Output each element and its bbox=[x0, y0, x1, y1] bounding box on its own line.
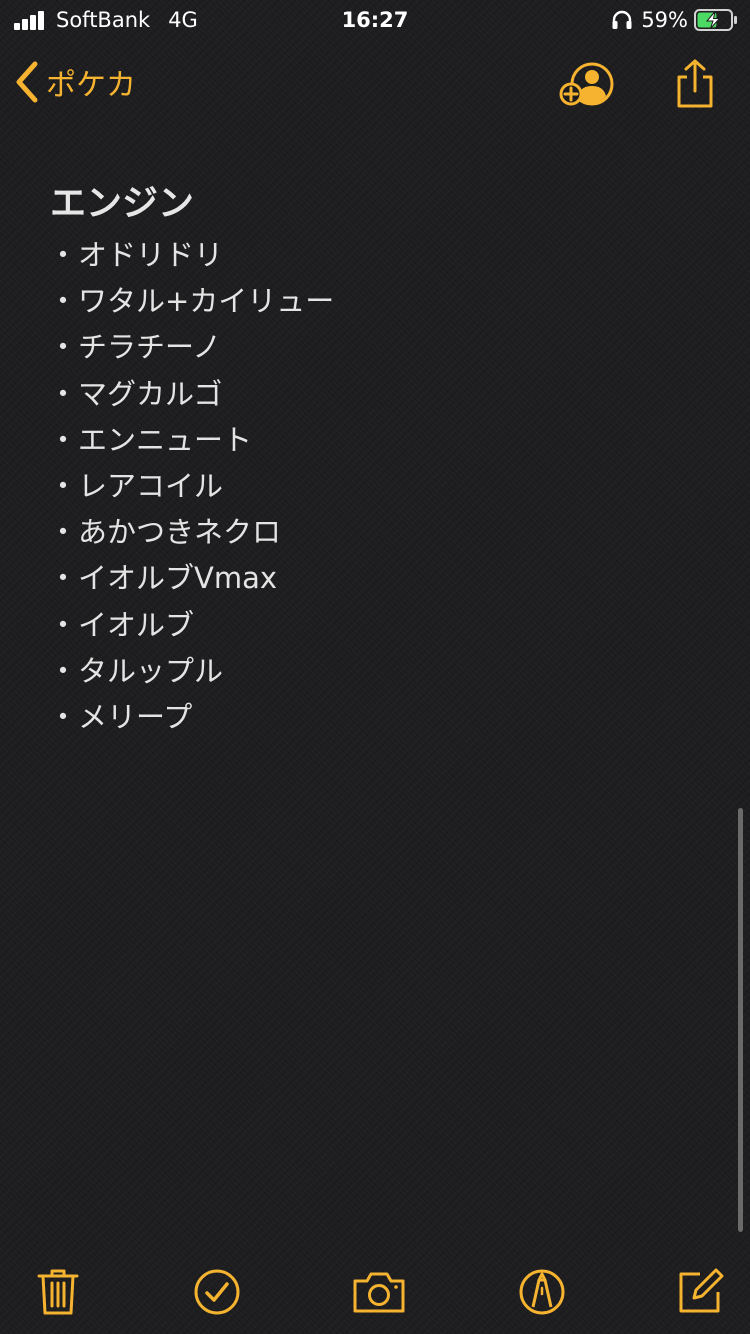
list-item-text: チラチーノ bbox=[78, 330, 222, 365]
camera-icon bbox=[353, 1272, 405, 1313]
bullet: ・ bbox=[48, 376, 78, 411]
camera-button[interactable] bbox=[351, 1264, 407, 1320]
trash-icon bbox=[37, 1269, 79, 1315]
add-person-icon bbox=[559, 62, 614, 106]
note-title: エンジン bbox=[50, 183, 195, 224]
checklist-button[interactable] bbox=[189, 1264, 245, 1320]
note-body[interactable]: エンジン ・オドリドリ・ワタル+カイリュー・チラチーノ・マグカルゴ・エンニュート… bbox=[48, 178, 708, 740]
list-item-text: オドリドリ bbox=[78, 238, 224, 272]
status-bar: SoftBank 4G 16:27 59% bbox=[0, 0, 750, 42]
scroll-indicator[interactable] bbox=[738, 808, 743, 1232]
bullet: ・ bbox=[48, 561, 78, 596]
list-item: ・オドリドリ bbox=[48, 232, 708, 278]
list-item: ・エンニュート bbox=[48, 417, 708, 463]
note-list: ・オドリドリ・ワタル+カイリュー・チラチーノ・マグカルゴ・エンニュート・レアコイ… bbox=[48, 232, 708, 740]
bottom-toolbar bbox=[0, 1258, 750, 1328]
list-item-text: レアコイル bbox=[78, 468, 224, 503]
list-item-text: あかつきネクロ bbox=[78, 515, 282, 550]
battery-percentage: 59% bbox=[641, 8, 688, 32]
compose-button[interactable] bbox=[672, 1264, 728, 1320]
back-label: ポケカ bbox=[46, 68, 136, 103]
list-item: ・マグカルゴ bbox=[48, 371, 708, 417]
list-item-text: イオルブ bbox=[78, 607, 195, 642]
headphones-icon bbox=[612, 10, 632, 29]
bullet: ・ bbox=[48, 468, 78, 503]
list-item: ・メリープ bbox=[48, 694, 708, 740]
share-icon bbox=[677, 59, 713, 108]
bullet: ・ bbox=[48, 422, 78, 457]
share-button[interactable] bbox=[672, 58, 718, 110]
bullet: ・ bbox=[48, 699, 78, 734]
markup-button[interactable] bbox=[514, 1264, 570, 1320]
list-item: ・ワタル+カイリュー bbox=[48, 278, 708, 324]
battery-icon bbox=[694, 9, 737, 31]
list-item: ・タルップル bbox=[48, 648, 708, 694]
list-item: ・イオルブVmax bbox=[48, 555, 708, 601]
list-item-text: ワタル+カイリュー bbox=[78, 284, 335, 319]
back-button[interactable]: ポケカ bbox=[14, 60, 136, 104]
list-item-text: タルップル bbox=[78, 653, 224, 688]
navigation-bar: ポケカ bbox=[0, 42, 750, 130]
bullet: ・ bbox=[48, 653, 78, 688]
pen-circle-icon bbox=[519, 1269, 565, 1315]
list-item-text: マグカルゴ bbox=[78, 376, 223, 411]
bullet: ・ bbox=[48, 330, 78, 365]
delete-button[interactable] bbox=[30, 1264, 86, 1320]
bullet: ・ bbox=[48, 284, 78, 319]
list-item-text: エンニュート bbox=[78, 422, 253, 457]
chevron-left-icon bbox=[16, 61, 38, 103]
add-collaborator-button[interactable] bbox=[558, 62, 618, 110]
bullet: ・ bbox=[48, 607, 78, 642]
list-item: ・あかつきネクロ bbox=[48, 509, 708, 555]
list-item: ・チラチーノ bbox=[48, 324, 708, 370]
list-item: ・イオルブ bbox=[48, 602, 708, 648]
bullet: ・ bbox=[48, 238, 78, 272]
status-right: 59% bbox=[611, 8, 738, 32]
checkmark-circle-icon bbox=[194, 1269, 240, 1315]
list-item-text: メリープ bbox=[78, 699, 193, 734]
list-item: ・レアコイル bbox=[48, 463, 708, 509]
compose-icon bbox=[679, 1268, 724, 1313]
bullet: ・ bbox=[48, 515, 78, 550]
list-item-text: イオルブVmax bbox=[78, 561, 278, 596]
